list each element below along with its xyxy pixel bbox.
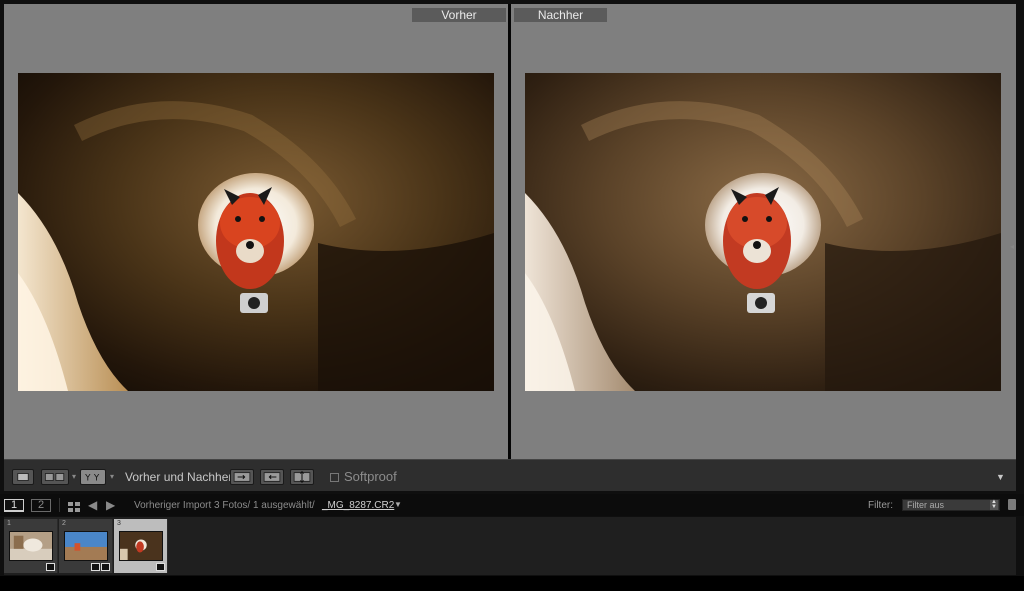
main-screen-button[interactable]: 1 [4,499,24,512]
after-pane: Nachher ◂ [511,4,1016,459]
copy-after-to-before-button[interactable] [260,469,284,485]
before-label: Vorher [412,8,506,22]
after-photo-image [525,73,1001,391]
before-after-left-right-button[interactable]: YY [80,469,106,485]
after-photo[interactable] [525,73,1001,391]
bottom-edge-bar [0,576,1024,591]
after-label: Nachher [514,8,607,22]
thumbnail-index: 2 [62,520,66,527]
second-screen-button[interactable]: 2 [31,499,51,512]
before-photo-image [18,73,494,391]
thumbnail-index: 1 [7,520,11,527]
before-after-compare-area: Vorher Nachher ◂ [4,4,1016,459]
swap-before-after-button[interactable] [290,469,314,485]
toolbar: ▾ YY ▾ Vorher und Nachher: Softproof ▼ [4,459,1016,491]
loupe-view-button[interactable] [12,469,34,485]
before-photo[interactable] [18,73,494,391]
view-options-caret-icon[interactable]: ▾ [72,472,76,481]
softproof-label[interactable]: Softproof [344,469,397,484]
filmstrip-thumbnail-1[interactable]: 1 [4,519,58,573]
svg-text:Y: Y [84,474,91,484]
crop-badge-icon [91,563,100,571]
filter-label: Filter: [868,500,893,511]
thumbnail-image [9,531,53,561]
filmstrip-separator [59,498,60,512]
copy-before-to-after-button[interactable] [230,469,254,485]
swap-before-after-icon [293,471,311,483]
filmstrip-source-text[interactable]: Vorheriger Import 3 Fotos/ 1 ausgewählt/ [134,500,315,511]
grid-view-icon[interactable] [68,500,80,512]
filmstrip: 1 2 3 [4,517,1016,575]
filmstrip-navigation-bar: 1 2 ◀ ▶ Vorheriger Import 3 Fotos/ 1 aus… [0,494,1024,516]
before-after-options-caret-icon[interactable]: ▾ [110,472,114,481]
filter-select-arrows-icon: ▲ ▼ [990,499,998,510]
before-after-label: Vorher und Nachher: [125,470,236,484]
right-panel-expand-icon[interactable]: ◂ [1010,242,1016,254]
compare-view-icon [44,473,65,481]
copy-after-to-before-icon [263,472,281,482]
before-pane: Vorher [4,4,508,459]
source-dropdown-icon[interactable]: ▼ [394,500,402,509]
thumbnail-image [64,531,108,561]
current-file-name[interactable]: _MG_8287.CR2 [322,500,394,511]
softproof-checkbox[interactable] [330,473,339,482]
thumbnail-index: 3 [117,520,121,527]
develop-settings-badge-icon [156,563,165,571]
svg-text:Y: Y [93,474,100,484]
copy-before-to-after-icon [233,472,251,482]
before-after-left-right-icon: YY [84,474,100,484]
develop-settings-badge-icon [46,563,55,571]
filter-select-value: Filter aus [907,500,945,510]
loupe-view-icon [17,473,29,481]
forward-arrow-icon[interactable]: ▶ [106,498,115,512]
thumbnail-image [119,531,163,561]
compare-view-button[interactable] [41,469,69,485]
filmstrip-thumbnail-2[interactable]: 2 [59,519,113,573]
filmstrip-thumbnail-3[interactable]: 3 [114,519,168,573]
back-arrow-icon[interactable]: ◀ [88,498,97,512]
toolbar-menu-icon[interactable]: ▼ [996,472,1005,482]
filter-lock-icon[interactable] [1008,499,1016,510]
filter-select[interactable]: Filter aus ▲ ▼ [902,499,1000,511]
lightroom-window: Vorher Nachher ◂ ▾ Y Y ▾ Vorher und Nach… [0,0,1024,591]
develop-settings-badge-icon [101,563,110,571]
